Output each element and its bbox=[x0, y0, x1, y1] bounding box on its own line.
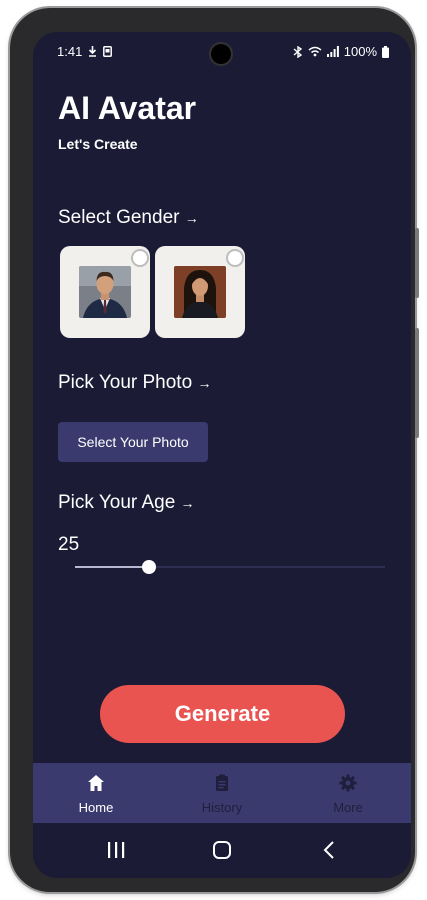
age-value: 25 bbox=[58, 534, 80, 555]
female-radio[interactable] bbox=[226, 249, 244, 267]
notification-icon bbox=[103, 46, 113, 57]
status-time: 1:41 bbox=[57, 44, 83, 59]
gender-option-female[interactable] bbox=[155, 246, 245, 338]
home-icon bbox=[88, 775, 104, 791]
nav-label-more: More bbox=[333, 800, 363, 815]
pick-age-heading: Pick Your Age → bbox=[58, 492, 195, 514]
power-button bbox=[415, 328, 419, 438]
history-icon bbox=[216, 774, 228, 791]
male-portrait bbox=[79, 266, 131, 318]
arrow-right-icon: → bbox=[184, 210, 199, 226]
system-nav-bar bbox=[33, 823, 411, 878]
back-icon[interactable] bbox=[322, 840, 336, 860]
nav-item-history[interactable]: History bbox=[159, 763, 285, 823]
wifi-icon bbox=[308, 46, 322, 57]
gender-option-male[interactable] bbox=[60, 246, 150, 338]
status-left: 1:41 bbox=[57, 44, 113, 59]
age-slider-thumb[interactable] bbox=[142, 560, 157, 574]
nav-item-home[interactable]: Home bbox=[33, 763, 159, 823]
download-icon bbox=[89, 46, 97, 57]
bluetooth-icon bbox=[293, 45, 302, 58]
age-slider-fill bbox=[75, 566, 150, 568]
phone-frame: 1:41 100% AI Avatar Let's Create Select … bbox=[10, 8, 419, 892]
home-nav-icon[interactable] bbox=[212, 840, 232, 860]
front-camera bbox=[211, 44, 231, 64]
status-right: 100% bbox=[293, 44, 389, 59]
app-subtitle: Let's Create bbox=[58, 136, 138, 152]
select-gender-label: Select Gender bbox=[58, 207, 180, 228]
battery-icon bbox=[382, 45, 389, 58]
select-gender-heading: Select Gender → bbox=[58, 207, 199, 229]
pick-photo-label: Pick Your Photo bbox=[58, 372, 193, 393]
nav-item-more[interactable]: More bbox=[285, 763, 411, 823]
bottom-nav: Home History More bbox=[33, 763, 411, 823]
nav-label-home: Home bbox=[78, 800, 114, 815]
volume-button bbox=[415, 228, 419, 298]
recent-apps-icon[interactable] bbox=[106, 841, 126, 859]
generate-button[interactable]: Generate bbox=[100, 685, 345, 743]
status-bar: 1:41 100% bbox=[33, 32, 411, 72]
select-photo-button[interactable]: Select Your Photo bbox=[58, 422, 208, 462]
age-slider[interactable] bbox=[75, 560, 385, 574]
female-portrait bbox=[174, 266, 226, 318]
nav-label-history: History bbox=[201, 800, 243, 815]
signal-icon bbox=[326, 46, 339, 57]
arrow-right-icon: → bbox=[180, 495, 195, 511]
arrow-right-icon: → bbox=[197, 375, 212, 391]
battery-percent: 100% bbox=[343, 44, 377, 59]
male-radio[interactable] bbox=[131, 249, 149, 267]
app-title: AI Avatar bbox=[58, 90, 197, 126]
pick-photo-heading: Pick Your Photo → bbox=[58, 372, 211, 394]
gear-icon bbox=[339, 774, 357, 792]
app-screen: 1:41 100% AI Avatar Let's Create Select … bbox=[33, 32, 411, 878]
pick-age-label: Pick Your Age bbox=[58, 492, 176, 513]
